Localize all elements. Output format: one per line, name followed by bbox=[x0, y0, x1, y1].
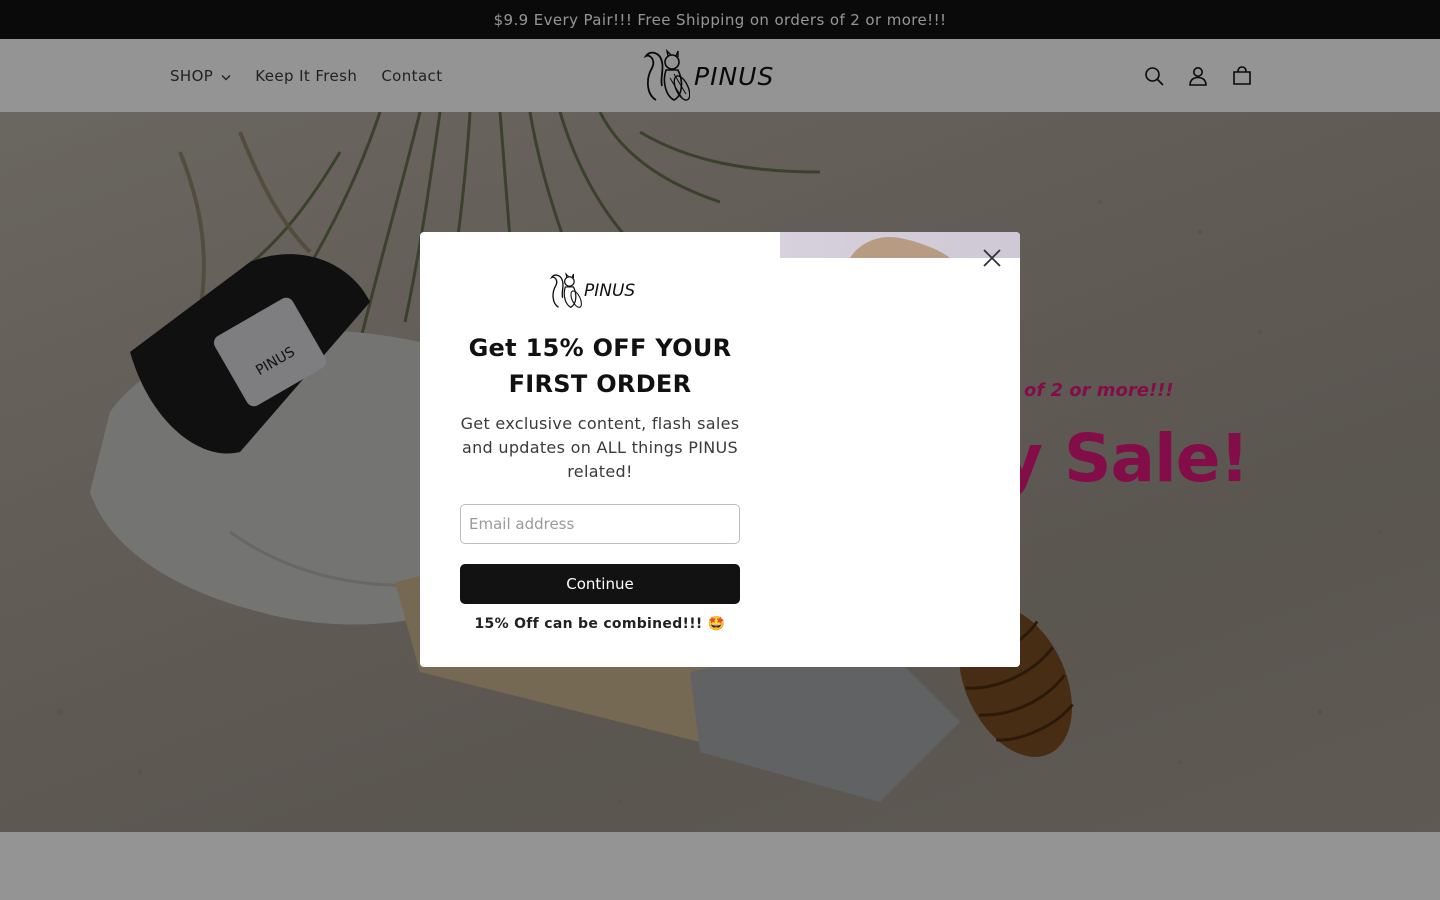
popup-logo: PINUS bbox=[550, 270, 650, 312]
popup-description: Get exclusive content, flash sales and u… bbox=[460, 414, 740, 481]
popup-note: 15% Off can be combined!!! 🤩 bbox=[474, 616, 726, 632]
squirrel-logo-icon bbox=[550, 272, 582, 308]
close-icon bbox=[983, 249, 1001, 267]
newsletter-popup: PINUS Get 15% OFF YOUR FIRST ORDER Get e… bbox=[420, 232, 1020, 667]
popup-content: PINUS Get 15% OFF YOUR FIRST ORDER Get e… bbox=[420, 232, 780, 667]
close-button[interactable] bbox=[978, 244, 1006, 272]
email-field[interactable] bbox=[460, 504, 740, 544]
popup-title: Get 15% OFF YOUR FIRST ORDER bbox=[468, 334, 732, 398]
popup-logo-wordmark: PINUS bbox=[584, 281, 636, 301]
continue-button[interactable]: Continue bbox=[460, 564, 740, 604]
